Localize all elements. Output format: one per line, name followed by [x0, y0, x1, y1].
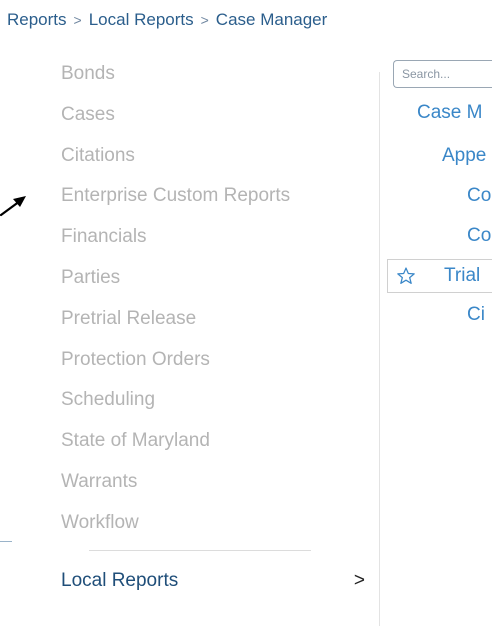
menu-divider — [89, 550, 311, 551]
tree-node-label: Trial — [444, 265, 481, 286]
tree-node-report[interactable]: Ci — [467, 302, 485, 328]
tree-node-trial-selected[interactable]: Trial — [387, 259, 492, 293]
category-item-enterprise-custom-reports[interactable]: Enterprise Custom Reports — [61, 178, 361, 219]
category-item-scheduling[interactable]: Scheduling — [61, 382, 361, 423]
star-outline-icon[interactable] — [396, 264, 416, 288]
tree-node-report[interactable]: Co — [467, 183, 491, 209]
tree-node-appeals[interactable]: Appe — [442, 143, 486, 169]
chevron-right-icon: > — [353, 570, 365, 591]
annotation-arrow-icon — [0, 196, 26, 217]
tree-node-case-manager[interactable]: Case M — [417, 100, 482, 126]
tree-node-report[interactable]: Co — [467, 223, 491, 249]
category-item-pretrial-release[interactable]: Pretrial Release — [61, 301, 361, 342]
category-item-state-of-maryland[interactable]: State of Maryland — [61, 423, 361, 464]
column-divider — [379, 72, 380, 626]
category-item-protection-orders[interactable]: Protection Orders — [61, 342, 361, 383]
category-item-warrants[interactable]: Warrants — [61, 464, 361, 505]
category-item-citations[interactable]: Citations — [61, 138, 361, 179]
breadcrumb-separator: > — [73, 12, 82, 28]
category-item-workflow[interactable]: Workflow — [61, 505, 361, 546]
category-item-cases[interactable]: Cases — [61, 97, 361, 138]
left-edge-divider — [0, 541, 12, 542]
breadcrumb: Reports > Local Reports > Case Manager — [7, 7, 327, 33]
category-item-bonds[interactable]: Bonds — [61, 56, 361, 97]
breadcrumb-case-manager[interactable]: Case Manager — [216, 10, 328, 30]
local-reports-label: Local Reports — [61, 570, 179, 591]
report-search-input[interactable] — [393, 60, 492, 88]
category-item-financials[interactable]: Financials — [61, 219, 361, 260]
breadcrumb-local-reports[interactable]: Local Reports — [89, 10, 194, 30]
local-reports-menu-item[interactable]: Local Reports > — [61, 566, 371, 596]
report-category-menu: Bonds Cases Citations Enterprise Custom … — [61, 56, 361, 546]
breadcrumb-separator: > — [200, 12, 209, 28]
category-item-parties[interactable]: Parties — [61, 260, 361, 301]
breadcrumb-reports[interactable]: Reports — [7, 10, 67, 30]
